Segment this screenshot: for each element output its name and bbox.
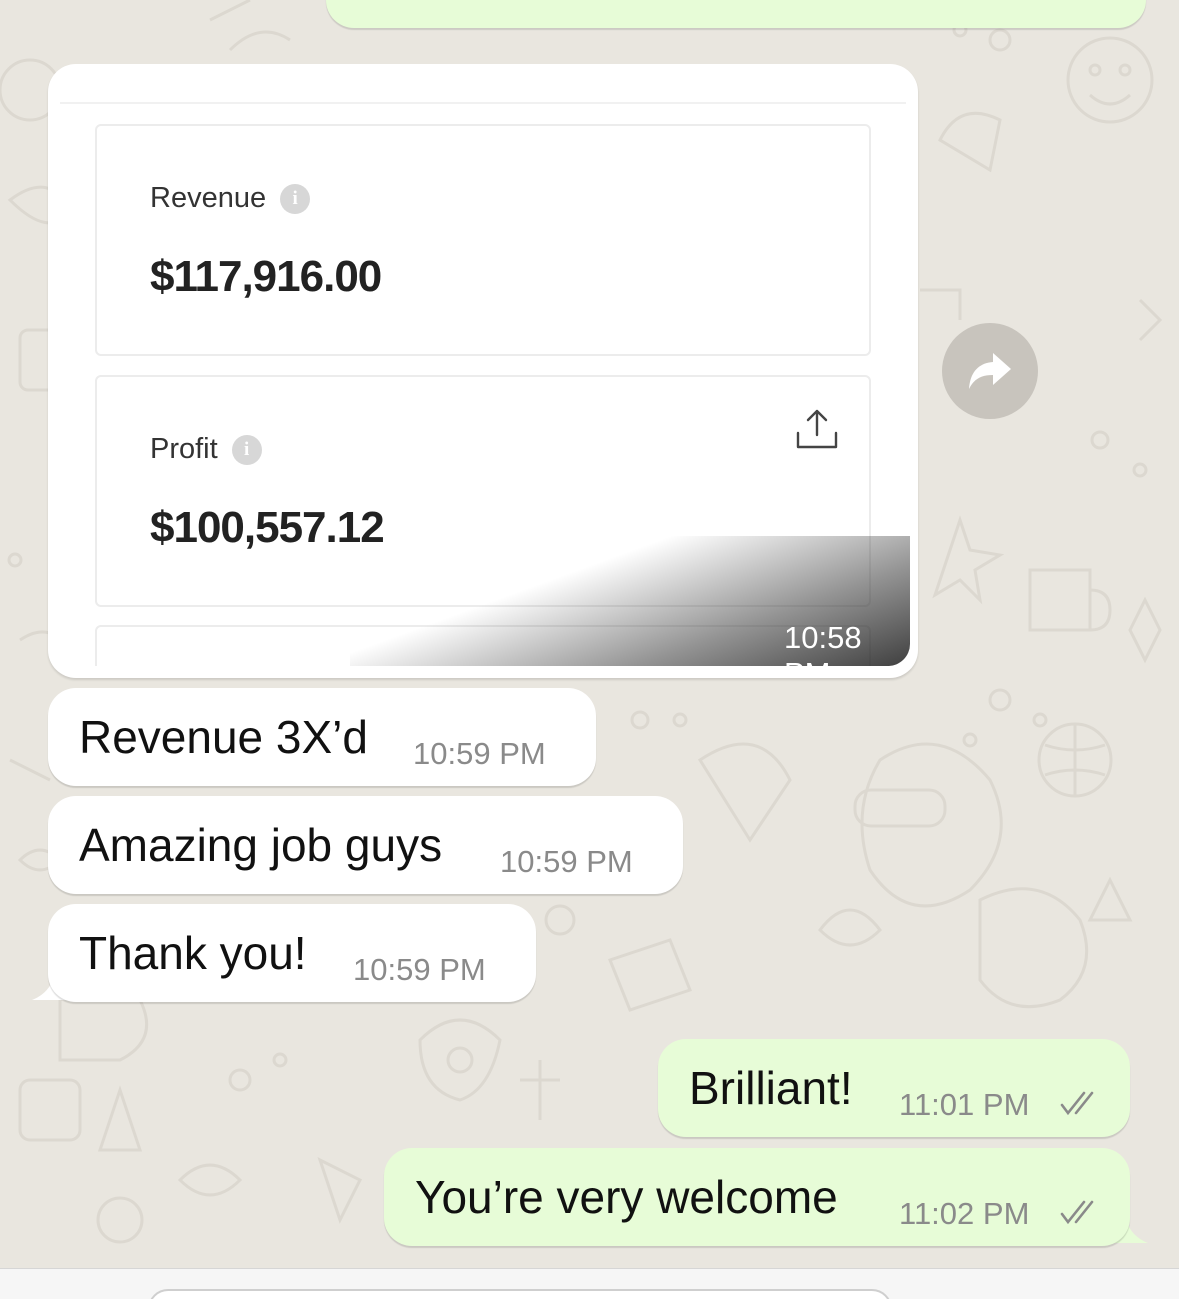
message-text: Revenue 3X’d — [79, 711, 368, 763]
message-input[interactable] — [148, 1289, 892, 1299]
info-icon: i — [280, 183, 311, 214]
incoming-message[interactable]: Revenue 3X’d 10:59 PM — [48, 688, 596, 786]
message-time: 11:01 PM — [899, 1087, 1030, 1122]
message-input-bar — [0, 1268, 1179, 1299]
shared-screenshot-image[interactable]: Revenue i $117,916.00 Profit i $100,557.… — [56, 72, 910, 666]
chat-area[interactable]: Revenue i $117,916.00 Profit i $100,557.… — [0, 0, 1179, 1268]
message-text: Brilliant! — [689, 1062, 853, 1114]
message-time: 10:59 PM — [413, 736, 546, 771]
forward-button[interactable] — [942, 323, 1038, 419]
previous-outgoing-message[interactable] — [326, 0, 1146, 28]
revenue-card: Revenue i $117,916.00 — [95, 124, 871, 356]
profit-label-row: Profit i — [150, 433, 262, 466]
message-text: Thank you! — [79, 927, 307, 979]
outgoing-message[interactable]: Brilliant! 11:01 PM — [658, 1039, 1130, 1137]
message-time: 10:59 PM — [500, 844, 633, 879]
message-time: 11:02 PM — [899, 1196, 1030, 1231]
revenue-label: Revenue — [150, 182, 267, 214]
message-text: Amazing job guys — [79, 819, 443, 871]
image-message-time: 10:58 PM — [784, 620, 862, 666]
image-message[interactable]: Revenue i $117,916.00 Profit i $100,557.… — [48, 64, 918, 678]
profit-value: $100,557.12 — [150, 503, 385, 552]
revenue-value: $117,916.00 — [150, 252, 382, 301]
outgoing-message[interactable]: You’re very welcome 11:02 PM — [384, 1148, 1130, 1246]
share-icon — [796, 409, 838, 449]
profit-label: Profit — [150, 433, 218, 465]
revenue-label-row: Revenue i — [150, 182, 311, 215]
message-time: 10:59 PM — [353, 952, 486, 987]
double-check-icon — [1060, 1091, 1094, 1116]
double-check-icon — [1060, 1200, 1094, 1225]
incoming-message[interactable]: Thank you! 10:59 PM — [48, 904, 536, 1002]
message-text: You’re very welcome — [415, 1171, 838, 1223]
image-divider — [60, 102, 906, 104]
info-icon: i — [231, 434, 262, 465]
forward-icon — [969, 353, 1011, 389]
incoming-message[interactable]: Amazing job guys 10:59 PM — [48, 796, 683, 894]
